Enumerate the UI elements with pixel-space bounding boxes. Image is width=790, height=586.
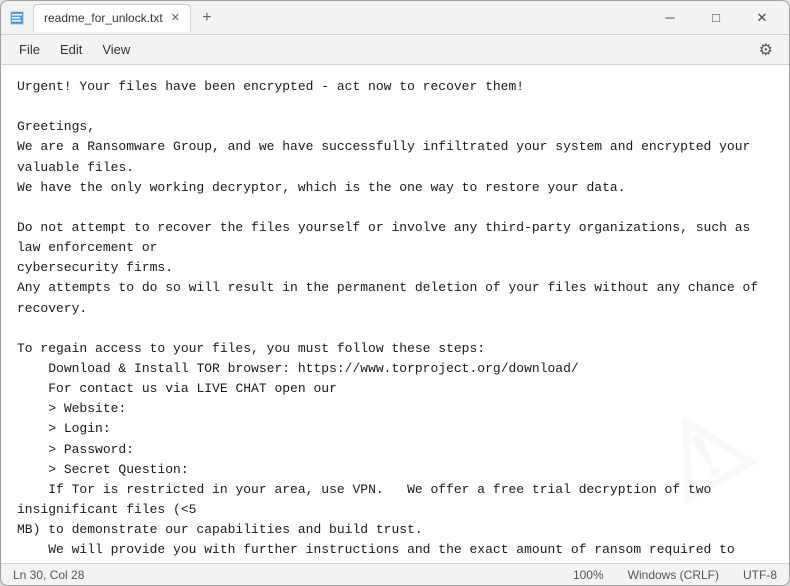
title-bar: readme_for_unlock.txt ✕ + ─ □ ✕	[1, 1, 789, 35]
menu-bar-right: ⚙	[751, 36, 781, 64]
editor-content[interactable]: Urgent! Your files have been encrypted -…	[1, 65, 789, 563]
file-menu[interactable]: File	[9, 38, 50, 61]
main-window: readme_for_unlock.txt ✕ + ─ □ ✕ File Edi…	[0, 0, 790, 586]
settings-icon[interactable]: ⚙	[751, 36, 781, 64]
editor-wrapper: Urgent! Your files have been encrypted -…	[1, 65, 789, 563]
encoding[interactable]: UTF-8	[743, 568, 777, 582]
new-tab-button[interactable]: +	[195, 6, 219, 30]
close-button[interactable]: ✕	[739, 1, 785, 35]
view-menu[interactable]: View	[92, 38, 140, 61]
title-bar-controls: ─ □ ✕	[647, 1, 789, 35]
tab-label: readme_for_unlock.txt	[44, 11, 163, 25]
zoom-level[interactable]: 100%	[573, 568, 604, 582]
cursor-position: Ln 30, Col 28	[13, 568, 84, 582]
status-right: 100% Windows (CRLF) UTF-8	[573, 568, 777, 582]
app-icon	[9, 10, 25, 26]
line-ending[interactable]: Windows (CRLF)	[628, 568, 719, 582]
active-tab[interactable]: readme_for_unlock.txt ✕	[33, 4, 191, 32]
title-bar-left: readme_for_unlock.txt ✕ +	[1, 4, 647, 32]
menu-bar: File Edit View ⚙	[1, 35, 789, 65]
status-bar: Ln 30, Col 28 100% Windows (CRLF) UTF-8	[1, 563, 789, 585]
tab-close-button[interactable]: ✕	[171, 13, 180, 24]
minimize-button[interactable]: ─	[647, 1, 693, 35]
maximize-button[interactable]: □	[693, 1, 739, 35]
edit-menu[interactable]: Edit	[50, 38, 92, 61]
